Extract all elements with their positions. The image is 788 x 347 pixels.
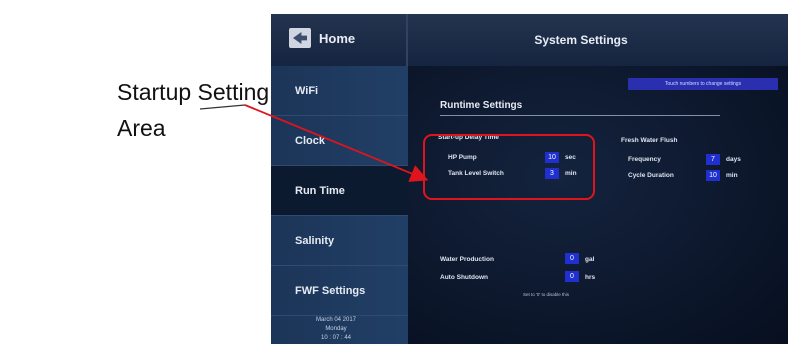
auto-shutdown-label: Auto Shutdown bbox=[440, 274, 489, 281]
disable-note: Set to '0' to disable this bbox=[523, 292, 569, 297]
back-arrow-icon bbox=[289, 28, 311, 48]
section-title: Runtime Settings bbox=[440, 100, 523, 111]
water-production-label: Water Production bbox=[440, 256, 494, 263]
home-button[interactable]: Home bbox=[289, 28, 355, 48]
water-production-unit: gal bbox=[585, 256, 595, 263]
cycle-duration-label: Cycle Duration bbox=[628, 172, 674, 179]
cycle-duration-unit: min bbox=[726, 172, 738, 179]
frequency-unit: days bbox=[726, 156, 741, 163]
section-divider bbox=[440, 115, 720, 116]
startup-highlight-box bbox=[423, 134, 595, 200]
callout-line-1: Startup Setting bbox=[117, 79, 270, 105]
cycle-duration-value[interactable]: 10 bbox=[706, 170, 720, 181]
main-panel: Touch numbers to change settings Runtime… bbox=[408, 66, 788, 344]
sidebar-item-clock[interactable]: Clock bbox=[271, 116, 408, 166]
weekday-text: Monday bbox=[325, 326, 347, 332]
auto-shutdown-unit: hrs bbox=[585, 274, 596, 281]
page-title: System Settings bbox=[534, 33, 628, 47]
date-time-display: March 04 2017 Monday 10 : 07 : 44 bbox=[281, 316, 391, 343]
frequency-label: Frequency bbox=[628, 156, 661, 163]
callout-label: Startup Setting Area bbox=[117, 74, 269, 146]
home-label: Home bbox=[319, 30, 356, 46]
sidebar: WiFi Clock Run Time Salinity FWF Setting… bbox=[271, 66, 408, 344]
callout-line-2: Area bbox=[117, 115, 166, 141]
date-text: March 04 2017 bbox=[315, 317, 357, 323]
sidebar-item-salinity[interactable]: Salinity bbox=[271, 216, 408, 266]
sidebar-item-wifi[interactable]: WiFi bbox=[271, 66, 408, 116]
flush-group-title: Fresh Water Flush bbox=[621, 137, 678, 144]
auto-shutdown-value[interactable]: 0 bbox=[565, 271, 579, 282]
sidebar-item-run-time[interactable]: Run Time bbox=[271, 166, 408, 216]
sidebar-item-fwf-settings[interactable]: FWF Settings bbox=[271, 266, 408, 316]
time-text: 10 : 07 : 44 bbox=[320, 335, 352, 341]
hint-bar: Touch numbers to change settings bbox=[628, 78, 778, 90]
water-production-value[interactable]: 0 bbox=[565, 253, 579, 264]
frequency-value[interactable]: 7 bbox=[706, 154, 720, 165]
top-divider bbox=[406, 14, 408, 66]
top-bar: Home System Settings bbox=[271, 14, 788, 67]
